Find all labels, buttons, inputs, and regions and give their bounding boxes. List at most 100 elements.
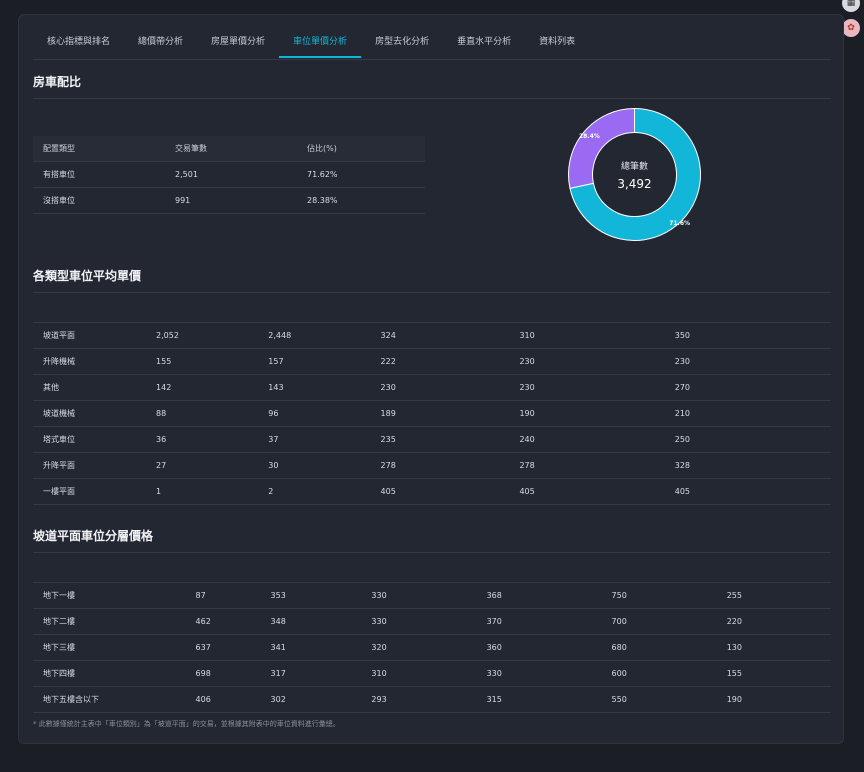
tab-bar: 核心指標與排名 總價帶分析 房屋單價分析 車位單價分析 房型去化分析 垂直水平分析 資料列表 — [33, 29, 831, 60]
cell: 189 — [380, 408, 396, 418]
cell: 230 — [674, 356, 691, 366]
tab-5[interactable]: 垂直水平分析 — [443, 29, 525, 58]
table-row: 地下五樓含以下 406 302 293 315 550 190 — [33, 686, 831, 712]
donut-center-label: 總筆數 — [621, 160, 648, 172]
cell: 地下一樓 — [43, 590, 75, 600]
cell: 341 — [270, 642, 286, 652]
cell: 88 — [156, 408, 167, 418]
cell: 坡道平面 — [43, 330, 75, 340]
tab-6[interactable]: 資料列表 — [525, 29, 589, 58]
tab-2[interactable]: 房屋單價分析 — [197, 29, 279, 58]
cell: 210 — [674, 408, 691, 418]
tab-4[interactable]: 房型去化分析 — [361, 29, 443, 58]
table-row: 有搭車位 2,501 71.62% — [33, 162, 425, 188]
cell: 600 — [611, 668, 627, 678]
cell: 143 — [268, 382, 284, 392]
cell: 2,052 — [156, 330, 179, 340]
cell: 293 — [371, 694, 387, 704]
donut-slice-label-0: 71.6% — [669, 220, 690, 227]
cell: 130 — [726, 642, 742, 652]
cell: 2,501 — [175, 170, 198, 179]
tab-3[interactable]: 車位單價分析 — [279, 29, 362, 58]
cell: 240 — [519, 434, 535, 444]
cell: 230 — [380, 382, 396, 392]
donut-slice-label-1: 28.4% — [579, 133, 600, 140]
cell: 330 — [371, 590, 387, 600]
main-panel: 核心指標與排名 總價帶分析 房屋單價分析 車位單價分析 房型去化分析 垂直水平分析 資料列表… — [18, 14, 844, 744]
cell: 462 — [195, 616, 211, 626]
table-row: 其他 142 143 230 230 270 — [33, 374, 831, 400]
donut-center-value: 3,492 — [617, 177, 651, 191]
cell: 353 — [270, 590, 286, 600]
avg-price-table: 坡道平面 2,052 2,448 324 310 350 升降機械 155 157 222 230 2… — [33, 288, 831, 505]
cell: 310 — [371, 668, 387, 678]
cell: 230 — [519, 382, 535, 392]
col-header-type: 配置類型 — [33, 136, 165, 162]
tab-1[interactable]: 總價帶分析 — [124, 29, 197, 58]
col-header-ratio: 佔比(%) — [297, 136, 425, 162]
cell: 222 — [380, 356, 396, 366]
cell: 235 — [380, 434, 396, 444]
cell: 沒搭車位 — [43, 196, 75, 205]
cell: 37 — [268, 434, 279, 444]
table-row: 地下三樓 637 341 320 360 680 130 — [33, 634, 831, 660]
cell: 320 — [371, 642, 387, 652]
grid-toggle-button[interactable]: ▦ — [842, 0, 860, 12]
cell: 地下二樓 — [43, 616, 75, 626]
cell: 71.62% — [307, 170, 338, 179]
cell: 96 — [268, 408, 279, 418]
cell: 317 — [270, 668, 286, 678]
table-row: 沒搭車位 991 28.38% — [33, 188, 425, 214]
cell: 190 — [726, 694, 742, 704]
cell: 1 — [156, 486, 162, 496]
parking-ratio-donut-chart: 總筆數 3,492 71.6% 28.4% — [568, 107, 701, 241]
cell: 142 — [156, 382, 172, 392]
cell: 330 — [486, 668, 502, 678]
cell: 87 — [195, 590, 206, 600]
table-header-row — [33, 288, 831, 322]
cell: 350 — [674, 330, 691, 340]
cell: 155 — [156, 356, 172, 366]
cell: 310 — [519, 330, 535, 340]
table-row: 地下一樓 87 353 330 368 750 255 — [33, 582, 831, 608]
cell: 其他 — [43, 382, 59, 392]
cell: 有搭車位 — [43, 170, 75, 179]
cell: 36 — [156, 434, 167, 444]
cell: 698 — [195, 668, 211, 678]
cell: 550 — [611, 694, 627, 704]
table-row: 升降平面 27 30 278 278 328 — [33, 452, 831, 478]
parking-ratio-table: 配置類型 交易筆數 佔比(%) 有搭車位 2,501 71.62% 沒搭車位 9… — [33, 136, 425, 214]
table-row: 坡道機械 88 96 189 190 210 — [33, 400, 831, 426]
cell: 270 — [674, 382, 691, 392]
cell: 157 — [268, 356, 284, 366]
translate-button[interactable]: ✿ — [842, 19, 860, 37]
cell: 360 — [486, 642, 502, 652]
cell: 190 — [519, 408, 535, 418]
floor-price-table: 地下一樓 87 353 330 368 750 255 地下二樓 462 348 330 370 700… — [33, 548, 831, 713]
cell: 348 — [270, 616, 286, 626]
cell: 330 — [371, 616, 387, 626]
cell: 地下四樓 — [43, 668, 75, 678]
section-title-parking-ratio: 房車配比 — [33, 73, 831, 99]
cell: 27 — [156, 460, 167, 470]
cell: 368 — [486, 590, 502, 600]
tab-0[interactable]: 核心指標與排名 — [33, 29, 124, 58]
cell: 750 — [611, 590, 627, 600]
cell: 991 — [175, 196, 191, 205]
cell: 一樓平面 — [43, 486, 75, 496]
cell: 30 — [268, 460, 279, 470]
cell: 升降平面 — [43, 460, 75, 470]
footnote: * 此數據僅統計主表中「車位類別」為「坡道平面」的交易，並根據其附表中的車位資料… — [33, 720, 340, 728]
cell: 680 — [611, 642, 627, 652]
cell: 406 — [195, 694, 211, 704]
cell: 700 — [611, 616, 627, 626]
table-header-row — [33, 548, 831, 582]
cell: 升降機械 — [43, 356, 75, 366]
cell: 405 — [674, 486, 691, 496]
table-row: 升降機械 155 157 222 230 230 — [33, 348, 831, 374]
cell: 255 — [726, 590, 742, 600]
cell: 405 — [380, 486, 396, 496]
cell: 328 — [674, 460, 691, 470]
table-row: 地下四樓 698 317 310 330 600 155 — [33, 660, 831, 686]
cell: 220 — [726, 616, 742, 626]
